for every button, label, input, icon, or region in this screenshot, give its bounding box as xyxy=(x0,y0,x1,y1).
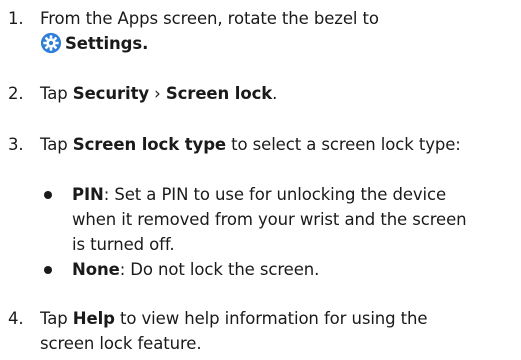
step-1-line-1: From the Apps screen, rotate the bezel t… xyxy=(40,9,379,28)
bullet-line-2: when it removed from your wrist and the … xyxy=(72,210,467,229)
step-text: From the Apps screen, rotate the bezel t… xyxy=(40,6,521,56)
none-desc: : Do not lock the screen. xyxy=(119,260,320,279)
text-segment: Tap xyxy=(40,84,73,103)
pin-term: PIN xyxy=(72,185,104,204)
help-label: Help xyxy=(72,309,115,328)
step-4-line-1: Tap Help to view help information for us… xyxy=(40,306,521,331)
step-text: Tap Help to view help information for us… xyxy=(40,306,521,356)
period: . xyxy=(142,34,149,53)
security-label: Security xyxy=(72,84,150,103)
step-number: 2. xyxy=(8,84,24,103)
text-segment: Tap xyxy=(40,135,73,154)
bullet-line-3: is turned off. xyxy=(72,235,175,254)
bullet-line-1: PIN: Set a PIN to use for unlocking the … xyxy=(72,182,521,207)
bullet-text: PIN: Set a PIN to use for unlocking the … xyxy=(72,182,521,257)
step-number: 1. xyxy=(8,9,24,28)
bullet-dot xyxy=(44,191,52,199)
period: . xyxy=(272,84,278,103)
screen-lock-label: Screen lock xyxy=(165,84,273,103)
step-number: 3. xyxy=(8,135,24,154)
text-segment: to select a screen lock type: xyxy=(226,135,461,154)
bullet-text: None: Do not lock the screen. xyxy=(72,257,521,282)
step-4-line-2: screen lock feature. xyxy=(40,334,202,353)
step-text: Tap Screen lock type to select a screen … xyxy=(40,132,521,157)
bullet-dot xyxy=(44,266,52,274)
instructions-document: 1. From the Apps screen, rotate the beze… xyxy=(0,0,521,360)
screen-lock-type-label: Screen lock type xyxy=(72,135,226,154)
pin-desc: : Set a PIN to use for unlocking the dev… xyxy=(103,185,447,204)
text-segment: Tap xyxy=(40,309,73,328)
step-1-line-2: Settings. xyxy=(40,31,521,56)
step-number: 4. xyxy=(8,309,24,328)
step-text: Tap Security › Screen lock. xyxy=(40,81,521,106)
none-term: None xyxy=(72,260,120,279)
separator-chevron: › xyxy=(149,84,166,103)
text-segment: to view help information for using the xyxy=(114,309,428,328)
settings-label: Settings xyxy=(65,34,143,53)
settings-gear-icon xyxy=(40,32,62,54)
